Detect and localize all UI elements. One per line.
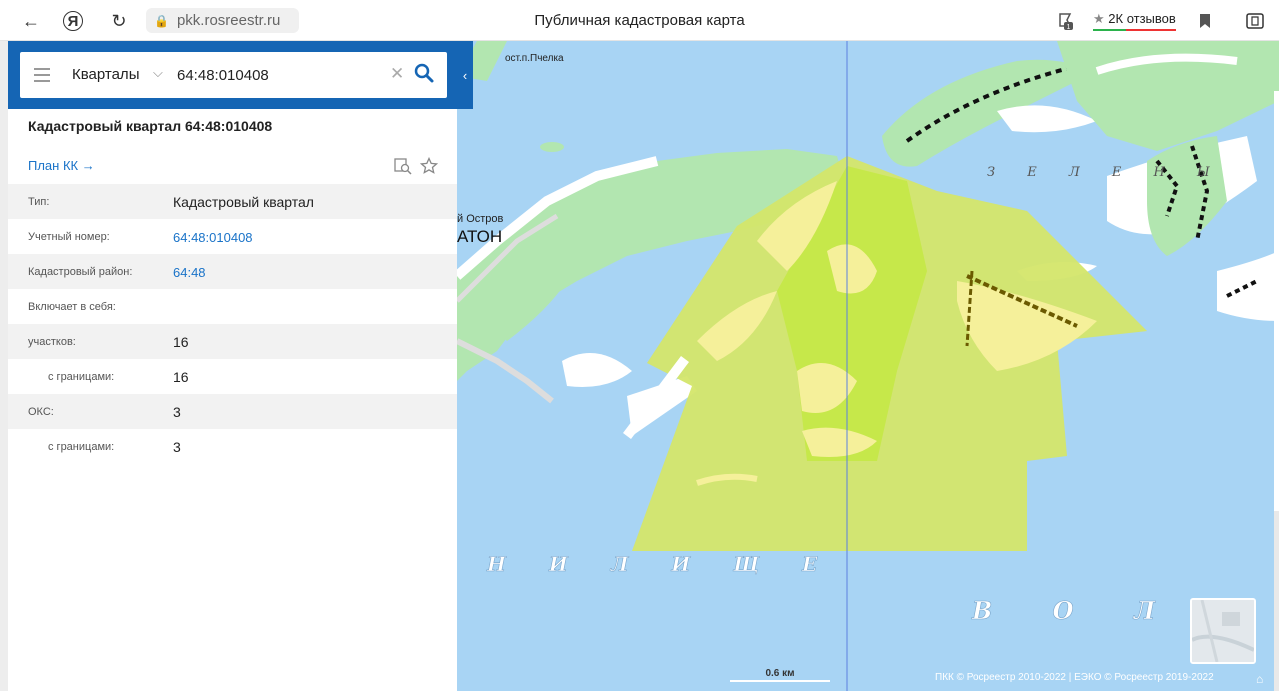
map-canvas[interactable]: Н И Л И Щ Е В О Л Г О З Е Л Е Н Ы ост.п.… [457, 41, 1279, 691]
close-icon[interactable]: ✕ [390, 64, 404, 84]
svg-text:АТОН: АТОН [457, 227, 502, 246]
card-title: Кадастровый квартал 64:48:010408 [28, 118, 273, 134]
svg-text:ост.п.Пчелка: ост.п.Пчелка [505, 53, 564, 64]
layer-select[interactable]: Кварталы [72, 66, 139, 83]
chevron-left-icon: ‹ [462, 67, 468, 83]
browser-toolbar: ← Я ↻ 🔒 pkk.rosreestr.ru Публичная кадас… [0, 0, 1279, 41]
cadastral-number-link[interactable]: 64:48:010408 [173, 230, 253, 245]
table-row: с границами: 16 [48, 369, 189, 385]
svg-text:й Остров: й Остров [457, 213, 504, 225]
svg-text:Н И Л И Щ Е: Н И Л И Щ Е [486, 552, 835, 576]
search-box: Кварталы ⌵ ✕ [20, 52, 447, 98]
collapse-panel-button[interactable]: ‹ [457, 41, 473, 109]
url-text: pkk.rosreestr.ru [176, 12, 281, 29]
reviews-label: 2К отзывов [1108, 11, 1176, 26]
map-copyright: ПКК © Росреестр 2010-2022 | ЕЭКО © Росре… [935, 672, 1214, 683]
search-button[interactable] [413, 62, 437, 86]
table-row: Кадастровый район: 64:48 [8, 254, 457, 289]
plan-link[interactable]: План КК → [28, 158, 95, 173]
home-icon[interactable]: ⌂ [1256, 672, 1263, 686]
star-outline-icon[interactable] [419, 156, 439, 175]
menu-icon[interactable] [34, 68, 50, 82]
star-icon: ★ [1093, 11, 1105, 26]
map-edge-strip-lower [1274, 511, 1279, 691]
address-bar[interactable]: 🔒 pkk.rosreestr.ru [146, 8, 299, 33]
lock-icon: 🔒 [154, 13, 169, 28]
svg-text:1: 1 [1067, 24, 1071, 31]
table-row: с границами: 3 [48, 439, 181, 455]
attributes-table: Тип: Кадастровый квартал Учетный номер: … [8, 184, 457, 464]
table-row: Тип: Кадастровый квартал [8, 184, 457, 219]
table-row: ОКС: 3 [8, 394, 457, 429]
table-row: Учетный номер: 64:48:010408 [28, 230, 253, 245]
cadastral-district-link[interactable]: 64:48 [173, 265, 206, 280]
table-row: участков: 16 [8, 324, 457, 359]
bookmark-icon[interactable] [1193, 9, 1217, 33]
search-icon [414, 63, 434, 83]
map-edge-strip [1274, 91, 1279, 521]
reload-icon[interactable]: ↻ [107, 9, 131, 33]
table-row: Включает в себя: [28, 301, 116, 313]
panel-gutter [0, 41, 8, 691]
extensions-icon[interactable] [1243, 9, 1267, 33]
back-icon[interactable]: ← [19, 9, 43, 33]
svg-text:З Е Л Е Н Ы: З Е Л Е Н Ы [987, 165, 1224, 180]
yandex-icon[interactable]: Я [63, 11, 83, 31]
basemap-toggle[interactable] [1190, 598, 1256, 664]
tabs-icon[interactable]: 1 [1053, 9, 1077, 33]
search-input[interactable] [177, 62, 387, 88]
cadastral-map[interactable]: Н И Л И Щ Е В О Л Г О З Е Л Е Н Ы ост.п.… [457, 41, 1279, 691]
zoom-to-object-icon[interactable] [394, 157, 412, 175]
info-panel: Кварталы ⌵ ✕ ‹ Кадастровый квартал 64:48… [8, 41, 473, 691]
search-bar: Кварталы ⌵ ✕ ‹ [8, 41, 473, 109]
reviews-button[interactable]: ★ 2К отзывов [1093, 11, 1176, 31]
scale-bar: 0.6 км [730, 668, 830, 682]
chevron-down-icon[interactable]: ⌵ [153, 65, 163, 81]
